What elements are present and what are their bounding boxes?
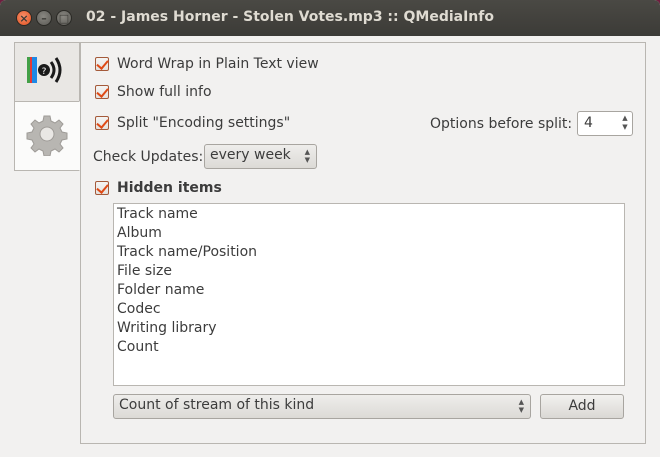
chevron-updown-icon: ▲ ▼ [518, 398, 524, 414]
show-full-info-label: Show full info [117, 84, 212, 100]
options-before-split-label: Options before split: [430, 116, 573, 132]
split-encoding-label: Split "Encoding settings" [117, 115, 291, 131]
maximize-window-button[interactable]: □ [56, 10, 72, 26]
chevron-updown-icon: ▲ ▼ [304, 148, 310, 164]
hidden-items-list[interactable]: Track name Album Track name/Position Fil… [113, 203, 625, 386]
show-full-info-option[interactable]: Show full info [95, 84, 212, 100]
split-encoding-option[interactable]: Split "Encoding settings" [95, 115, 290, 131]
spinbox-value: 4 [584, 115, 593, 131]
word-wrap-option[interactable]: Word Wrap in Plain Text view [95, 56, 319, 72]
close-window-button[interactable]: × [16, 10, 32, 26]
add-button[interactable]: Add [540, 394, 624, 419]
check-updates-select[interactable]: every week ▲ ▼ [204, 144, 317, 169]
list-item[interactable]: Codec [117, 300, 621, 319]
title-bar[interactable]: × – □ 02 - James Horner - Stolen Votes.m… [0, 0, 660, 36]
tab-settings[interactable] [14, 101, 80, 171]
hidden-items-label: Hidden items [117, 180, 222, 196]
show-full-info-checkbox[interactable] [95, 85, 109, 99]
word-wrap-checkbox[interactable] [95, 57, 109, 71]
list-item[interactable]: Track name/Position [117, 243, 621, 262]
check-updates-value: every week [210, 147, 291, 163]
hidden-items-checkbox[interactable] [95, 181, 109, 195]
svg-text:?: ? [42, 67, 47, 77]
tab-info[interactable]: ? [14, 42, 80, 102]
gear-icon [25, 112, 69, 160]
list-item[interactable]: Album [117, 224, 621, 243]
word-wrap-label: Word Wrap in Plain Text view [117, 56, 319, 72]
spinbox-arrows-icon[interactable]: ▲ ▼ [620, 114, 630, 133]
mediainfo-logo-icon: ? [24, 47, 70, 97]
settings-panel: Word Wrap in Plain Text view Show full i… [80, 42, 646, 444]
field-select-value: Count of stream of this kind [119, 397, 315, 413]
app-window: × – □ 02 - James Horner - Stolen Votes.m… [0, 0, 660, 457]
window-title: 02 - James Horner - Stolen Votes.mp3 :: … [86, 9, 494, 25]
minimize-window-button[interactable]: – [36, 10, 52, 26]
split-encoding-checkbox[interactable] [95, 116, 109, 130]
list-item[interactable]: File size [117, 262, 621, 281]
check-updates-label: Check Updates: [93, 149, 204, 165]
side-tab-bar: ? [14, 42, 82, 171]
list-item[interactable]: Folder name [117, 281, 621, 300]
hidden-items-option[interactable]: Hidden items [95, 180, 222, 196]
list-item[interactable]: Track name [117, 205, 621, 224]
options-before-split-spinbox[interactable]: 4 ▲ ▼ [577, 111, 633, 136]
list-item[interactable]: Count [117, 338, 621, 357]
field-select[interactable]: Count of stream of this kind ▲ ▼ [113, 394, 531, 419]
list-item[interactable]: Writing library [117, 319, 621, 338]
